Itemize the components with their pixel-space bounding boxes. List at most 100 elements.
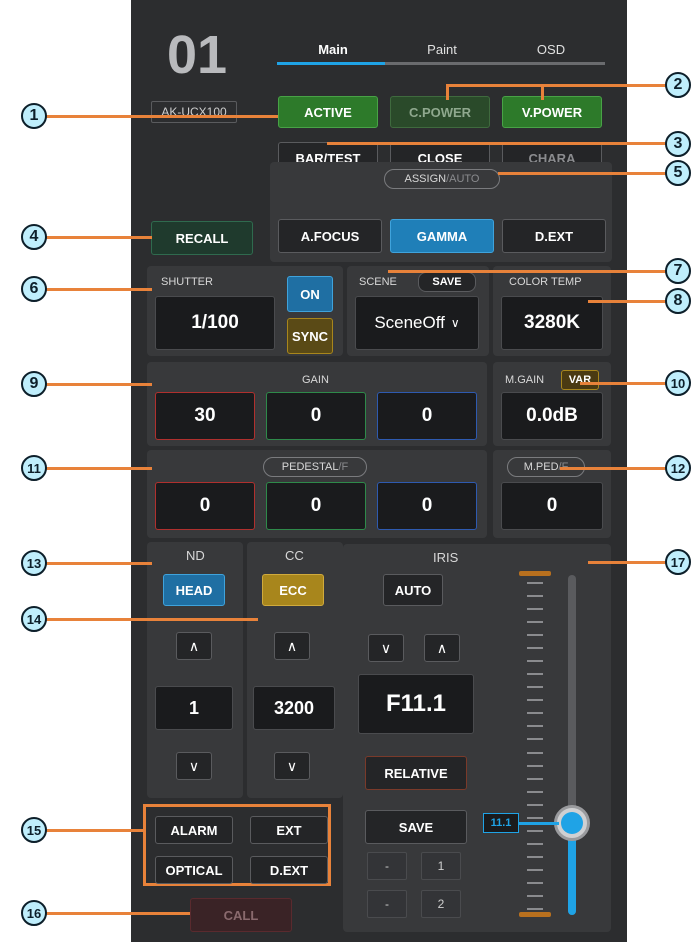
iris-scale-tick bbox=[527, 895, 543, 897]
callout-10: 10 bbox=[665, 370, 691, 396]
iris-scale-tick bbox=[527, 582, 543, 584]
chevron-up-icon: ∧ bbox=[188, 637, 200, 654]
color-temp-value[interactable]: 3280K bbox=[501, 296, 603, 350]
iris-preset-2-name[interactable]: - bbox=[367, 890, 407, 918]
callout-5-line bbox=[498, 172, 666, 175]
tab-active-indicator bbox=[277, 62, 385, 65]
scene-select[interactable]: SceneOff ∨ bbox=[355, 296, 479, 350]
chevron-down-icon: ∨ bbox=[286, 757, 298, 774]
m-ped-value[interactable]: 0 bbox=[501, 482, 603, 530]
callout-12-line bbox=[560, 467, 666, 470]
iris-scale-tick bbox=[527, 725, 543, 727]
ext-button[interactable]: EXT bbox=[250, 816, 328, 844]
shutter-sync-button[interactable]: SYNC bbox=[287, 318, 333, 354]
camera-number: 01 bbox=[167, 25, 228, 85]
cc-ecc-button[interactable]: ECC bbox=[262, 574, 324, 606]
callout-12: 12 bbox=[665, 455, 691, 481]
d-ext-assign-button[interactable]: D.EXT bbox=[502, 219, 606, 253]
iris-scale-tick bbox=[527, 791, 543, 793]
iris-slider-readout: 11.1 bbox=[483, 813, 519, 834]
iris-save-button[interactable]: SAVE bbox=[365, 810, 467, 844]
pedestal-g-value[interactable]: 0 bbox=[266, 482, 366, 530]
iris-value[interactable]: F11.1 bbox=[358, 674, 474, 734]
assign-label: ASSIGN/AUTO bbox=[384, 169, 500, 189]
iris-scale-tick bbox=[527, 765, 543, 767]
iris-preset-1-name[interactable]: - bbox=[367, 852, 407, 880]
iris-up-button[interactable]: ∧ bbox=[424, 634, 460, 662]
iris-relative-button[interactable]: RELATIVE bbox=[365, 756, 467, 790]
scene-label: SCENE bbox=[359, 276, 397, 288]
tab-paint[interactable]: Paint bbox=[387, 42, 497, 64]
pedestal-r-value[interactable]: 0 bbox=[155, 482, 255, 530]
iris-slider-track[interactable] bbox=[554, 575, 590, 915]
iris-preset-1-button[interactable]: 1 bbox=[421, 852, 461, 880]
c-power-button[interactable]: C.POWER bbox=[390, 96, 490, 128]
shutter-on-button[interactable]: ON bbox=[287, 276, 333, 312]
gain-b-value[interactable]: 0 bbox=[377, 392, 477, 440]
iris-label: IRIS bbox=[433, 550, 459, 565]
callout-4: 4 bbox=[21, 224, 47, 250]
a-focus-button[interactable]: A.FOCUS bbox=[278, 219, 382, 253]
recall-button[interactable]: RECALL bbox=[151, 221, 253, 255]
callout-3: 3 bbox=[665, 131, 691, 157]
m-gain-value[interactable]: 0.0dB bbox=[501, 392, 603, 440]
active-button[interactable]: ACTIVE bbox=[278, 96, 378, 128]
gain-r-value[interactable]: 30 bbox=[155, 392, 255, 440]
shutter-label: SHUTTER bbox=[161, 276, 213, 288]
iris-scale-tick bbox=[527, 647, 543, 649]
iris-scale-tick bbox=[527, 908, 543, 910]
cc-value[interactable]: 3200 bbox=[253, 686, 335, 730]
cc-label: CC bbox=[285, 548, 304, 563]
cc-down-button[interactable]: ∨ bbox=[274, 752, 310, 780]
shutter-value[interactable]: 1/100 bbox=[155, 296, 275, 350]
iris-auto-button[interactable]: AUTO bbox=[383, 574, 443, 606]
iris-scale-tick bbox=[527, 752, 543, 754]
tab-main[interactable]: Main bbox=[279, 42, 387, 64]
iris-scale-tick bbox=[527, 738, 543, 740]
nd-up-button[interactable]: ∧ bbox=[176, 632, 212, 660]
cc-up-button[interactable]: ∧ bbox=[274, 632, 310, 660]
scene-save-button[interactable]: SAVE bbox=[418, 272, 476, 292]
callout-1-line bbox=[44, 115, 278, 118]
gain-g-value[interactable]: 0 bbox=[266, 392, 366, 440]
callout-1: 1 bbox=[21, 103, 47, 129]
chevron-up-icon: ∧ bbox=[286, 637, 298, 654]
iris-scale-tick bbox=[527, 882, 543, 884]
iris-slider-thumb[interactable] bbox=[554, 805, 590, 842]
callout-16: 16 bbox=[21, 900, 47, 926]
iris-scale-tick bbox=[527, 699, 543, 701]
iris-scale-top-marker bbox=[519, 571, 551, 576]
pedestal-b-value[interactable]: 0 bbox=[377, 482, 477, 530]
gamma-button[interactable]: GAMMA bbox=[390, 219, 494, 253]
callout-2: 2 bbox=[665, 72, 691, 98]
tab-osd[interactable]: OSD bbox=[497, 42, 605, 64]
nd-value[interactable]: 1 bbox=[155, 686, 233, 730]
alarm-button[interactable]: ALARM bbox=[155, 816, 233, 844]
iris-scale-tick bbox=[527, 608, 543, 610]
iris-slider-thumb-dot bbox=[561, 812, 583, 835]
d-ext-alarm-button[interactable]: D.EXT bbox=[250, 856, 328, 884]
m-gain-var-button[interactable]: VAR bbox=[561, 370, 599, 390]
iris-scale-tick bbox=[527, 843, 543, 845]
nd-down-button[interactable]: ∨ bbox=[176, 752, 212, 780]
iris-scale-tick bbox=[527, 660, 543, 662]
v-power-button[interactable]: V.POWER bbox=[502, 96, 602, 128]
iris-scale-tick bbox=[527, 817, 543, 819]
optical-button[interactable]: OPTICAL bbox=[155, 856, 233, 884]
callout-6: 6 bbox=[21, 276, 47, 302]
callout-14-line bbox=[44, 618, 258, 621]
callout-3-line bbox=[327, 142, 667, 145]
iris-scale-tick bbox=[527, 621, 543, 623]
chevron-up-icon: ∧ bbox=[436, 639, 448, 656]
iris-scale-tick bbox=[527, 712, 543, 714]
callout-10-line bbox=[580, 382, 666, 385]
m-gain-label: M.GAIN bbox=[505, 374, 545, 386]
iris-scale-tick bbox=[527, 856, 543, 858]
iris-preset-2-button[interactable]: 2 bbox=[421, 890, 461, 918]
callout-15: 15 bbox=[21, 817, 47, 843]
call-button[interactable]: CALL bbox=[190, 898, 292, 932]
nd-head-button[interactable]: HEAD bbox=[163, 574, 225, 606]
callout-13: 13 bbox=[21, 550, 47, 576]
pedestal-label: PEDESTAL/F bbox=[263, 457, 367, 477]
iris-down-button[interactable]: ∨ bbox=[368, 634, 404, 662]
